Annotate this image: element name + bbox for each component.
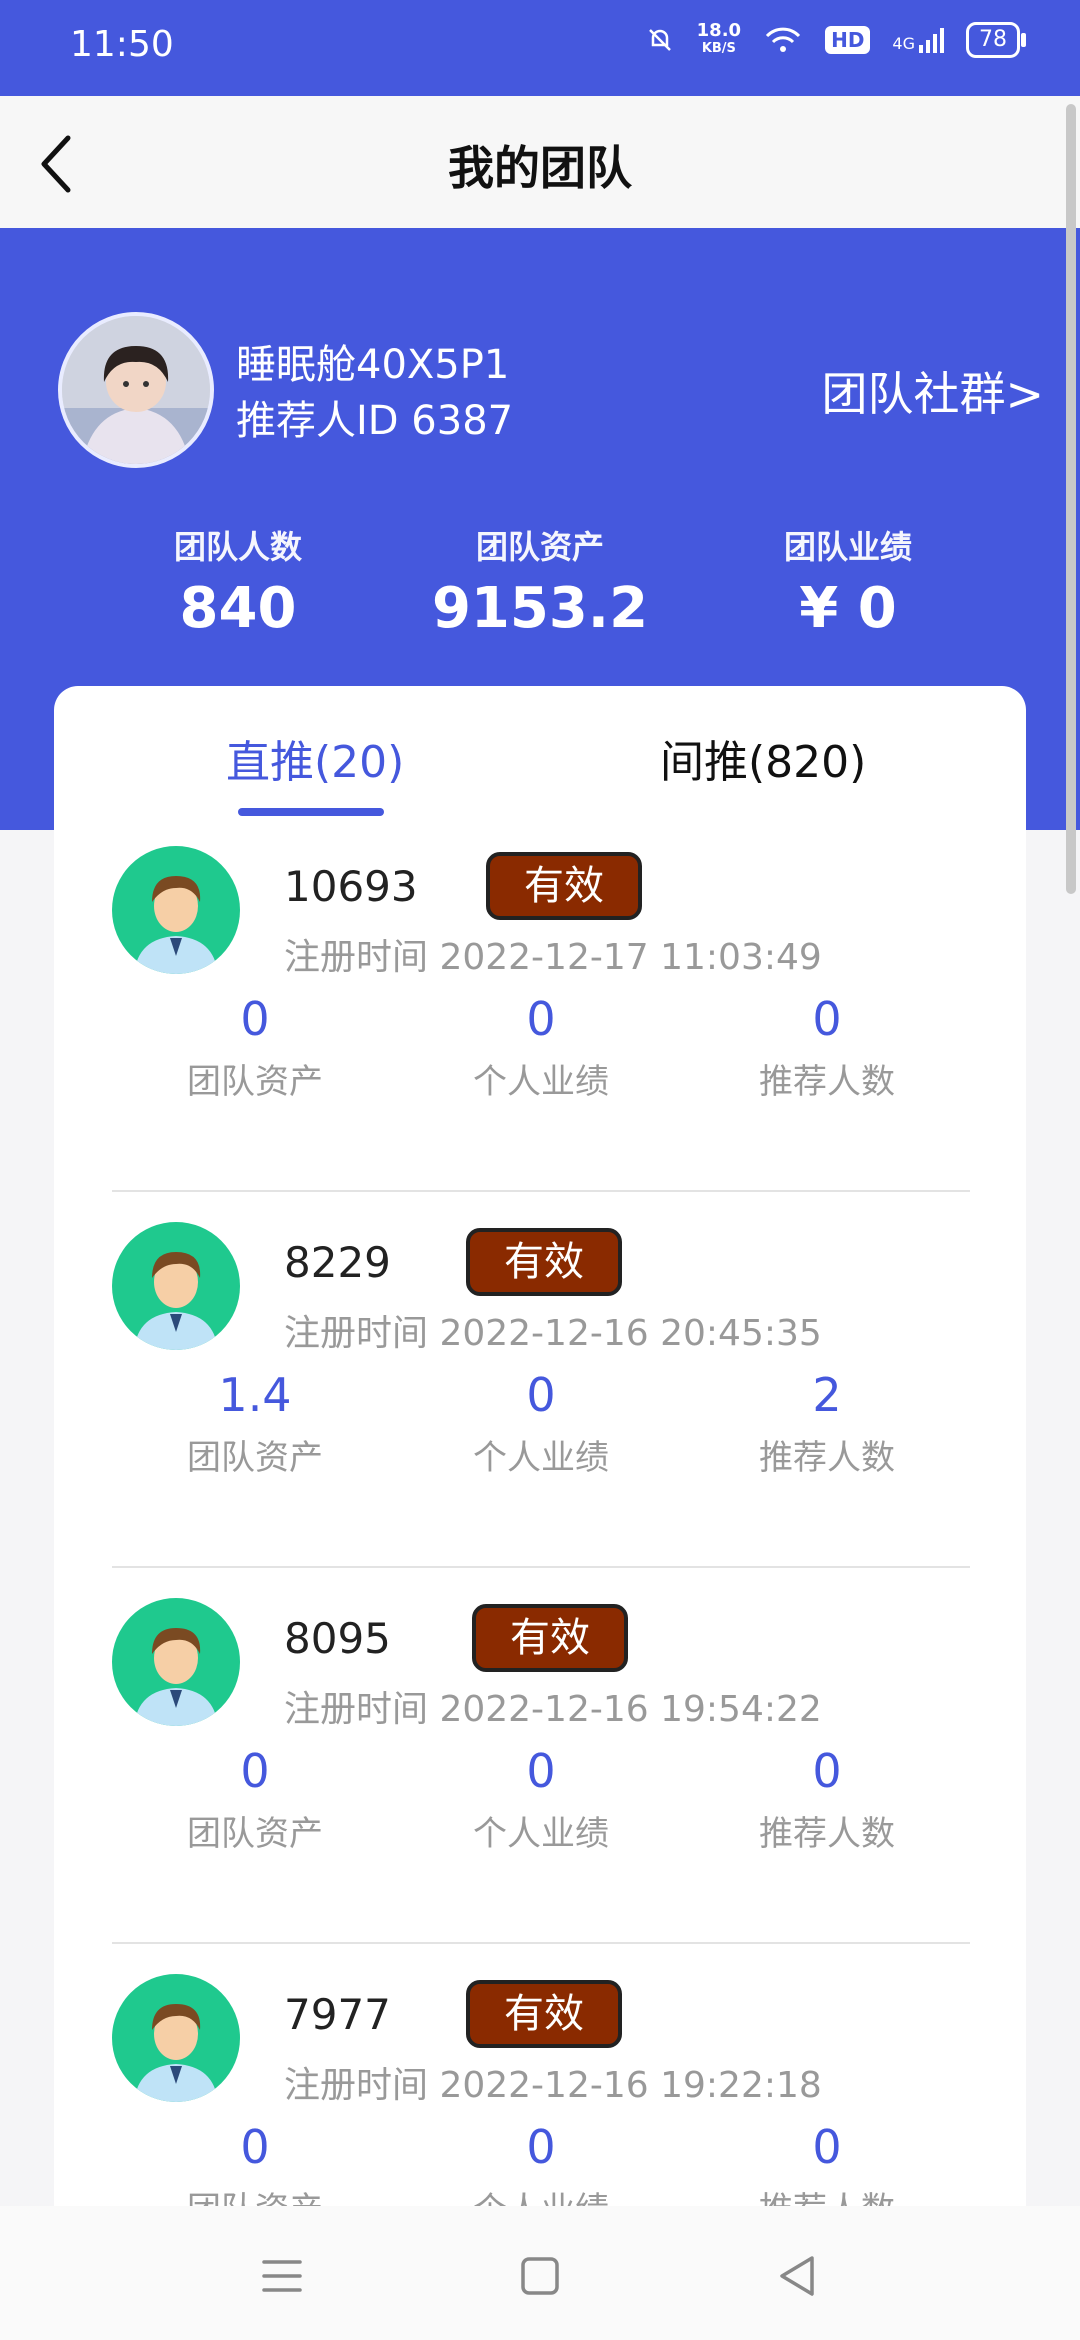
metric-label: 个人业绩 [473, 1438, 609, 1478]
registration-time: 注册时间 2022-12-16 19:22:18 [284, 2065, 822, 2106]
hd-badge: HD [825, 26, 871, 54]
active-tab-indicator [238, 808, 384, 816]
metric-value: 0 [240, 1744, 270, 1798]
status-badge: 有效 [466, 1980, 622, 2048]
metric-referral-count: 0 推荐人数 [684, 2120, 970, 2206]
member-id: 10693 [284, 862, 418, 911]
status-badge: 有效 [466, 1228, 622, 1296]
metric-label: 团队资产 [187, 1062, 323, 1102]
member-avatar-icon [112, 1222, 240, 1350]
metric-label: 个人业绩 [398, 2182, 684, 2206]
scrollbar[interactable] [1066, 104, 1076, 894]
metric-label: 团队资产 [187, 1438, 323, 1478]
metric-value: 0 [526, 1744, 556, 1798]
metric-label: 推荐人数 [759, 1062, 895, 1102]
referrer-id: 推荐人ID 6387 [236, 398, 514, 444]
metric-label: 个人业绩 [473, 1814, 609, 1854]
metric-value: 2 [812, 1368, 842, 1422]
metric-personal-performance: 0 个人业绩 [398, 992, 684, 1103]
status-time: 11:50 [70, 24, 174, 65]
member-avatar-icon [112, 1598, 240, 1726]
member-list-card: 直推(20) 间推(820) 10693 有效 注册时间 2022-12-17 … [54, 686, 1026, 2206]
list-item[interactable]: 8229 有效 注册时间 2022-12-16 20:45:35 1.4 团队资… [112, 1192, 970, 1568]
metric-label: 团队资产 [112, 2182, 398, 2206]
registration-time: 注册时间 2022-12-17 11:03:49 [284, 937, 822, 978]
member-avatar-icon [112, 846, 240, 974]
status-bar: 11:50 18.0 KB/S HD 4G 78 [0, 0, 1080, 96]
status-icons: 18.0 KB/S HD 4G 78 [645, 20, 1026, 58]
metric-value: 0 [812, 2120, 842, 2174]
metric-referral-count: 0 推荐人数 [684, 1744, 970, 1855]
metric-value: 0 [812, 1744, 842, 1798]
tab-direct-referrals[interactable]: 直推(20) [226, 726, 404, 790]
metric-personal-performance: 0 个人业绩 [398, 1368, 684, 1479]
stat-label: 团队业绩 [783, 528, 912, 566]
mute-bell-icon [648, 29, 671, 51]
stat-value: 840 [179, 576, 297, 641]
system-navigation-bar [0, 2206, 1080, 2340]
list-item[interactable]: 8095 有效 注册时间 2022-12-16 19:54:22 0 团队资产 … [112, 1568, 970, 1944]
registration-time: 注册时间 2022-12-16 19:54:22 [284, 1689, 822, 1730]
signal-icon [919, 28, 944, 53]
metric-team-assets: 0 团队资产 [112, 992, 398, 1103]
metric-label: 推荐人数 [684, 2182, 970, 2206]
metric-label: 推荐人数 [759, 1814, 895, 1854]
metric-value: 0 [526, 2120, 556, 2174]
metric-label: 推荐人数 [759, 1438, 895, 1478]
team-community-link[interactable]: 团队社群> [821, 358, 1044, 424]
metric-team-assets: 0 团队资产 [112, 2120, 398, 2206]
user-photo [62, 316, 210, 464]
tab-indirect-referrals[interactable]: 间推(820) [660, 726, 866, 790]
list-item[interactable]: 7977 有效 注册时间 2022-12-16 19:22:18 0 团队资产 … [112, 1944, 970, 2206]
metric-value: 0 [240, 2120, 270, 2174]
nav-bar: 我的团队 [0, 96, 1080, 229]
metric-personal-performance: 0 个人业绩 [398, 1744, 684, 1855]
profile-name: 睡眠舱40X5P1 [236, 342, 510, 388]
metric-team-assets: 0 团队资产 [112, 1744, 398, 1855]
list-item[interactable]: 10693 有效 注册时间 2022-12-17 11:03:49 0 团队资产… [112, 816, 970, 1192]
battery-indicator: 78 [966, 22, 1026, 58]
back-triangle-icon[interactable] [768, 2246, 828, 2306]
wifi-icon [765, 27, 801, 52]
metric-value: 0 [812, 992, 842, 1046]
tab-bar: 直推(20) 间推(820) [54, 686, 1026, 816]
member-id: 8095 [284, 1614, 391, 1663]
menu-icon[interactable] [252, 2246, 312, 2306]
stat-label: 团队人数 [173, 528, 302, 566]
stat-team-performance: 团队业绩 ¥ 0 [688, 522, 1008, 641]
network-type: 4G [892, 27, 944, 53]
home-icon[interactable] [510, 2246, 570, 2306]
stat-value: ¥ 0 [799, 576, 897, 641]
metric-label: 个人业绩 [473, 1062, 609, 1102]
stat-value: 9153.2 [431, 576, 649, 641]
metric-team-assets: 1.4 团队资产 [112, 1368, 398, 1479]
metric-value: 0 [526, 992, 556, 1046]
avatar[interactable] [58, 312, 214, 468]
registration-time: 注册时间 2022-12-16 20:45:35 [284, 1313, 822, 1354]
metric-referral-count: 0 推荐人数 [684, 992, 970, 1103]
stat-team-members: 团队人数 840 [78, 522, 398, 641]
metric-value: 0 [526, 1368, 556, 1422]
metric-personal-performance: 0 个人业绩 [398, 2120, 684, 2206]
status-badge: 有效 [486, 852, 642, 920]
stat-label: 团队资产 [475, 528, 604, 566]
metric-label: 团队资产 [187, 1814, 323, 1854]
page-title: 我的团队 [448, 141, 632, 195]
member-avatar-icon [112, 1974, 240, 2102]
network-speed: 18.0 KB/S [696, 20, 742, 57]
status-badge: 有效 [472, 1604, 628, 1672]
member-id: 7977 [284, 1990, 391, 2039]
member-id: 8229 [284, 1238, 391, 1287]
metric-referral-count: 2 推荐人数 [684, 1368, 970, 1479]
stat-team-assets: 团队资产 9153.2 [380, 522, 700, 641]
metric-value: 1.4 [218, 1368, 292, 1422]
metric-value: 0 [240, 992, 270, 1046]
